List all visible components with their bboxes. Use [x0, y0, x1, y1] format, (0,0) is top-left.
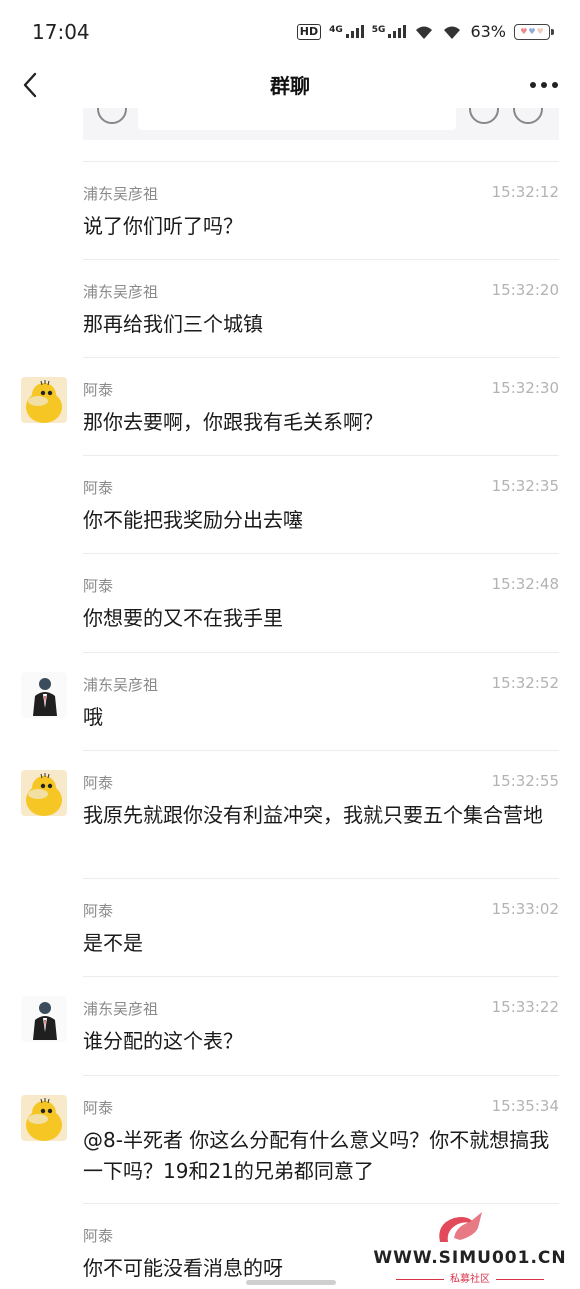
message-time: 15:33:02 — [491, 900, 559, 918]
message-text: 我原先就跟你没有利益冲突，我就只要五个集合营地 — [83, 803, 543, 827]
suit-avatar[interactable] — [21, 996, 67, 1042]
message-time: 15:32:35 — [491, 477, 559, 495]
wifi-icon — [444, 26, 461, 39]
signal-4g-icon: 4G — [329, 25, 364, 38]
message-sender: 阿泰 — [83, 1099, 114, 1117]
message-text: 谁分配的这个表？ — [83, 1029, 243, 1053]
chat-message[interactable]: 阿泰 15:32:30 那你去要啊，你跟我有毛关系啊？ — [0, 357, 580, 455]
duck-avatar[interactable] — [21, 377, 67, 423]
status-bar: 17:04 HD 4G 5G 63% ♥ ♥ ♥ — [0, 0, 580, 64]
message-sender: 阿泰 — [83, 774, 114, 792]
divider — [83, 455, 559, 456]
chat-message[interactable]: 阿泰 15:32:48 你想要的又不在我手里 — [0, 553, 580, 651]
message-text: 你想要的又不在我手里 — [83, 606, 283, 630]
chat-message[interactable]: 阿泰 15:32:35 你不能把我奖励分出去噻 — [0, 455, 580, 553]
message-sender: 阿泰 — [83, 902, 114, 920]
card-button-icon — [513, 108, 543, 124]
message-time: 15:32:48 — [491, 575, 559, 593]
chat-message[interactable]: 浦东吴彦祖 15:33:22 谁分配的这个表？ — [0, 976, 580, 1074]
duck-avatar[interactable] — [21, 1095, 67, 1141]
chat-header: 群聊 — [0, 64, 580, 108]
hd-icon: HD — [296, 23, 322, 40]
message-time: 15:32:55 — [491, 772, 559, 790]
divider — [83, 357, 559, 358]
message-text: 那你去要啊，你跟我有毛关系啊？ — [83, 410, 383, 434]
status-icons: HD 4G 5G 63% ♥ ♥ ♥ — [296, 22, 554, 41]
page-title: 群聊 — [270, 74, 310, 98]
divider — [83, 878, 559, 879]
chat-message[interactable]: 阿泰 15:35:34 @8-半死者 你这么分配有什么意义吗？你不就想搞我一下吗… — [0, 1075, 580, 1203]
divider — [83, 976, 559, 977]
message-sender: 浦东吴彦祖 — [83, 676, 159, 694]
divider — [83, 259, 559, 260]
battery-percent: 63% — [470, 22, 506, 41]
message-sender: 浦东吴彦祖 — [83, 1000, 159, 1018]
card-inner — [138, 108, 456, 130]
message-time: 15:32:52 — [491, 674, 559, 692]
message-sender: 阿泰 — [83, 381, 114, 399]
message-time: 15:32:12 — [491, 183, 559, 201]
divider — [83, 553, 559, 554]
message-text: @8-半死者 你这么分配有什么意义吗？你不就想搞我一下吗？19和21的兄弟都同意… — [83, 1128, 550, 1183]
duck-avatar[interactable] — [21, 770, 67, 816]
message-sender: 浦东吴彦祖 — [83, 185, 159, 203]
message-sender: 阿泰 — [83, 1227, 114, 1245]
previous-message-card[interactable] — [83, 108, 559, 140]
more-options-icon[interactable] — [530, 82, 558, 88]
chat-message[interactable]: 浦东吴彦祖 15:32:12 说了你们听了吗？ — [0, 161, 580, 259]
message-text: 哦 — [83, 705, 103, 729]
wifi-icon — [416, 26, 433, 39]
watermark-site: WWW.SIMU001.CN — [373, 1248, 567, 1268]
divider — [83, 1203, 559, 1204]
home-indicator[interactable] — [246, 1280, 336, 1285]
divider — [83, 1075, 559, 1076]
suit-avatar[interactable] — [21, 672, 67, 718]
signal-5g-icon: 5G — [372, 25, 407, 38]
message-sender: 阿泰 — [83, 479, 114, 497]
message-text: 你不能把我奖励分出去噻 — [83, 508, 303, 532]
message-text: 说了你们听了吗？ — [83, 214, 243, 238]
divider — [83, 750, 559, 751]
message-sender: 浦东吴彦祖 — [83, 283, 159, 301]
divider — [83, 161, 559, 162]
chat-message[interactable]: 浦东吴彦祖 15:32:52 哦 — [0, 652, 580, 750]
message-time: 15:32:30 — [491, 379, 559, 397]
chat-message[interactable]: 阿泰 15:32:55 我原先就跟你没有利益冲突，我就只要五个集合营地 — [0, 750, 580, 878]
divider — [83, 652, 559, 653]
chat-message[interactable]: 阿泰 15:33:02 是不是 — [0, 878, 580, 976]
message-time: 15:33:22 — [491, 998, 559, 1016]
card-button-icon — [97, 108, 127, 124]
message-time: 15:32:20 — [491, 281, 559, 299]
message-sender: 阿泰 — [83, 577, 114, 595]
watermark: WWW.SIMU001.CN 私募社区 — [370, 1208, 570, 1285]
message-time: 15:35:34 — [491, 1097, 559, 1115]
status-time: 17:04 — [32, 20, 90, 44]
watermark-logo-icon — [439, 1212, 482, 1242]
chat-message[interactable]: 浦东吴彦祖 15:32:20 那再给我们三个城镇 — [0, 259, 580, 357]
battery-icon: ♥ ♥ ♥ — [514, 23, 554, 40]
message-text: 是不是 — [83, 931, 143, 955]
card-button-icon — [469, 108, 499, 124]
watermark-sub: 私募社区 — [370, 1270, 570, 1285]
message-text: 那再给我们三个城镇 — [83, 312, 263, 336]
